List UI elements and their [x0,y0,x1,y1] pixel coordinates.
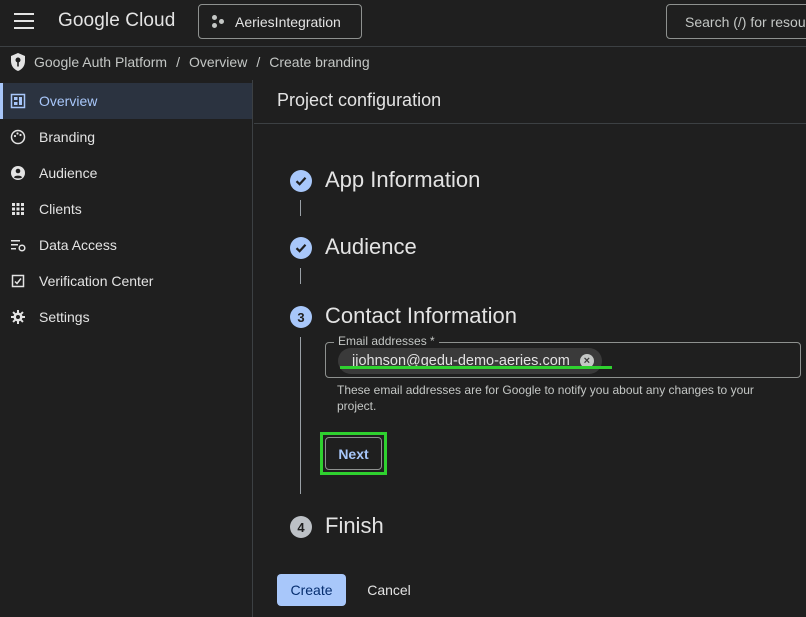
sidebar-item-label: Data Access [39,237,117,253]
sidebar-item-audience[interactable]: Audience [0,155,252,191]
cancel-button[interactable]: Cancel [356,574,422,606]
check-box-icon [11,274,25,288]
breadcrumb-separator: / [176,53,180,70]
email-field-label: Email addresses * [334,334,439,348]
dashboard-icon [10,93,26,109]
sidebar-item-settings[interactable]: Settings [0,299,252,335]
project-icon [211,14,225,29]
top-bar: Google Cloud AeriesIntegration Search (/… [0,0,806,44]
sidebar-item-label: Audience [39,165,98,181]
search-input[interactable]: Search (/) for resources [666,4,806,39]
sidebar-item-label: Clients [39,201,82,217]
check-circle-icon [290,170,312,192]
sidebar-item-data-access[interactable]: Data Access [0,227,252,263]
page-title: Project configuration [277,90,442,110]
highlight-underline [340,366,612,369]
google-cloud-logo[interactable]: Google Cloud [58,10,175,32]
sidebar-item-clients[interactable]: Clients [0,191,252,227]
step-connector [300,268,301,284]
project-name: AeriesIntegration [235,13,341,30]
shield-key-icon [11,52,25,71]
sidebar-item-label: Branding [39,129,96,145]
step-connector [300,200,301,216]
email-addresses-field[interactable]: Email addresses * jjohnson@gedu-demo-aer… [325,334,801,378]
step-number-badge: 4 [290,516,312,538]
breadcrumb: Google Auth Platform / Overview / Create… [0,46,806,76]
sidebar-item-overview[interactable]: Overview [0,83,252,119]
palette-icon [10,129,26,145]
step-title-finish: Finish [325,513,384,538]
step-title-contact-information: Contact Information [325,303,517,328]
check-circle-icon [290,237,312,259]
sidebar-item-verification-center[interactable]: Verification Center [0,263,252,299]
breadcrumb-item-create-branding: Create branding [269,53,370,70]
sidebar-item-label: Verification Center [39,273,154,289]
account-circle-icon [11,166,25,180]
breadcrumb-item-auth-platform[interactable]: Google Auth Platform [34,54,167,70]
project-picker-button[interactable]: AeriesIntegration [198,4,362,39]
step-title-app-information[interactable]: App Information [325,167,480,193]
breadcrumb-item-overview[interactable]: Overview [189,54,247,70]
gear-icon [11,310,25,324]
sidebar-item-label: Settings [39,309,90,325]
email-field-hint: These email addresses are for Google to … [337,383,754,413]
sidebar-item-label: Overview [39,93,98,109]
sidebar-item-branding[interactable]: Branding [0,119,252,155]
create-button[interactable]: Create [277,574,346,606]
sidebar: Overview Branding Audience Clients Data … [0,80,253,617]
step-title-audience[interactable]: Audience [325,234,417,260]
step-number-badge: 3 [290,306,312,328]
breadcrumb-separator: / [256,53,261,70]
menu-icon[interactable] [14,13,34,29]
data-access-icon [11,240,26,252]
step-connector [300,337,301,494]
grid-icon [12,203,24,215]
email-chip[interactable]: jjohnson@gedu-demo-aeries.com × [338,348,602,374]
main-header: Project configuration [254,80,806,124]
next-button[interactable]: Next [325,437,382,470]
